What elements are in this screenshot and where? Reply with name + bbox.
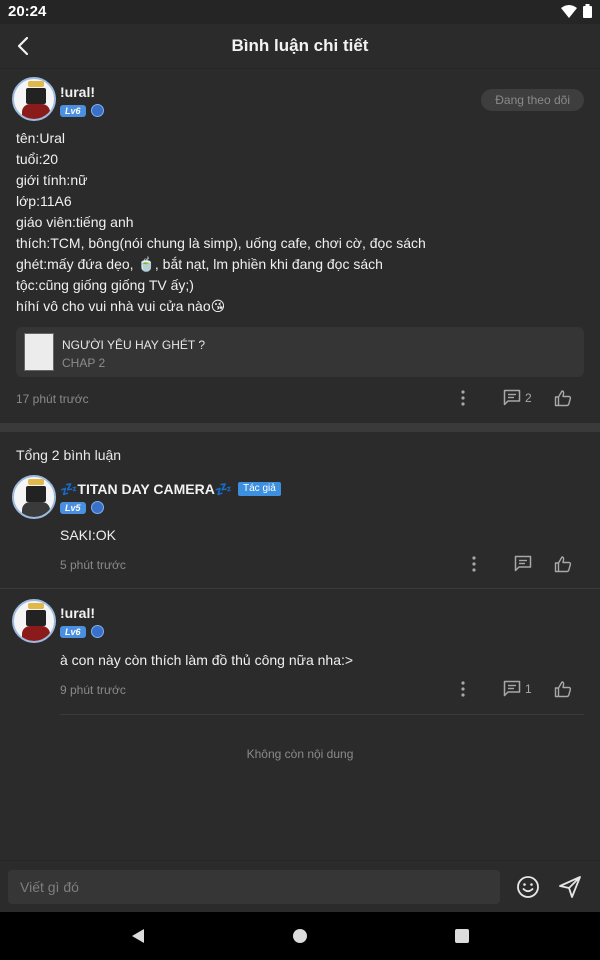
level-badge: Lv6 — [60, 105, 86, 117]
comment-time: 9 phút trước — [60, 683, 126, 697]
top-app-bar: Bình luận chi tiết — [0, 24, 600, 69]
post-line: híhí vô cho vui nhà vui cửa nào😘 — [16, 298, 226, 314]
comment-input[interactable]: Viết gì đó — [8, 870, 500, 904]
chapter-thumbnail — [24, 333, 54, 371]
medal-icon — [91, 501, 104, 514]
post-line: giáo viên:tiếng anh — [16, 214, 134, 230]
comment-time: 5 phút trước — [60, 558, 126, 572]
nav-home-icon[interactable] — [292, 928, 308, 944]
like-icon[interactable] — [554, 680, 572, 698]
chapter-title: NGƯỜI YÊU HAY GHÉT ? — [62, 338, 206, 352]
more-options-icon[interactable] — [458, 680, 468, 698]
chapter-card[interactable]: NGƯỜI YÊU HAY GHÉT ? CHAP 2 — [16, 327, 584, 377]
section-divider — [0, 423, 600, 432]
battery-icon — [583, 4, 592, 18]
send-icon[interactable] — [558, 875, 582, 899]
nav-recents-icon[interactable] — [454, 928, 470, 944]
like-icon[interactable] — [554, 389, 572, 407]
page-title: Bình luận chi tiết — [231, 36, 369, 55]
author-tag-badge: Tác giả — [238, 482, 281, 496]
post-line: tộc:cũng giống giống TV ấy;) — [16, 277, 194, 293]
chapter-subtitle: CHAP 2 — [62, 356, 106, 370]
comment-author-avatar[interactable] — [12, 475, 56, 519]
comment-divider — [0, 588, 600, 589]
wifi-icon — [561, 4, 577, 18]
comment-input-placeholder: Viết gì đó — [20, 879, 79, 895]
comment-reply-button[interactable]: 1 — [503, 680, 532, 697]
comment-divider — [60, 714, 584, 715]
status-bar: 20:24 — [0, 0, 600, 24]
comment-icon — [503, 680, 521, 697]
level-badge: Lv5 — [60, 502, 86, 514]
more-options-icon[interactable] — [469, 555, 479, 573]
level-badge: Lv6 — [60, 626, 86, 638]
post-author-name[interactable]: !ural! — [60, 84, 95, 100]
comment-reply-button[interactable] — [514, 555, 536, 572]
comment-author-name[interactable]: !ural! — [60, 605, 95, 621]
reply-count: 1 — [525, 681, 532, 696]
comment-text: à con này còn thích làm đồ thủ công nữa … — [60, 652, 354, 668]
medal-icon — [91, 104, 104, 117]
total-comments-label: Tổng 2 bình luận — [16, 447, 122, 463]
nav-back-icon[interactable] — [130, 928, 146, 944]
post-line: lớp:11A6 — [16, 193, 72, 209]
post-reply-button[interactable]: 2 — [503, 389, 532, 406]
comment-composer: Viết gì đó — [0, 860, 600, 913]
post-line: tên:Ural — [16, 130, 66, 146]
post-line: thích:TCM, bông(nói chung là simp), uống… — [16, 235, 426, 251]
comment-icon — [514, 555, 532, 572]
comment-author-name[interactable]: 💤TITAN DAY CAMERA💤 — [60, 481, 232, 498]
medal-icon — [91, 625, 104, 638]
end-of-content-label: Không còn nội dung — [246, 747, 354, 761]
post-content: tên:Ural tuổi:20 giới tính:nữ lớp:11A6 g… — [16, 128, 576, 317]
reply-count: 2 — [525, 390, 532, 405]
comment-author-avatar[interactable] — [12, 599, 56, 643]
more-options-icon[interactable] — [458, 389, 468, 407]
post-time: 17 phút trước — [16, 392, 89, 406]
post-line: giới tính:nữ — [16, 172, 88, 188]
like-icon[interactable] — [554, 555, 572, 573]
follow-button[interactable]: Đang theo dõi — [481, 89, 584, 111]
emoji-icon[interactable] — [516, 875, 540, 899]
comment-icon — [503, 389, 521, 406]
comment-text: SAKI:OK — [60, 527, 117, 543]
post-line: tuổi:20 — [16, 151, 59, 167]
post-author-avatar[interactable] — [12, 77, 56, 121]
system-navigation-bar — [0, 912, 600, 960]
status-time: 20:24 — [8, 3, 47, 20]
post-line: ghét:mấy đứa dẹo, 🍵, bắt nạt, lm phiền k… — [16, 256, 383, 272]
